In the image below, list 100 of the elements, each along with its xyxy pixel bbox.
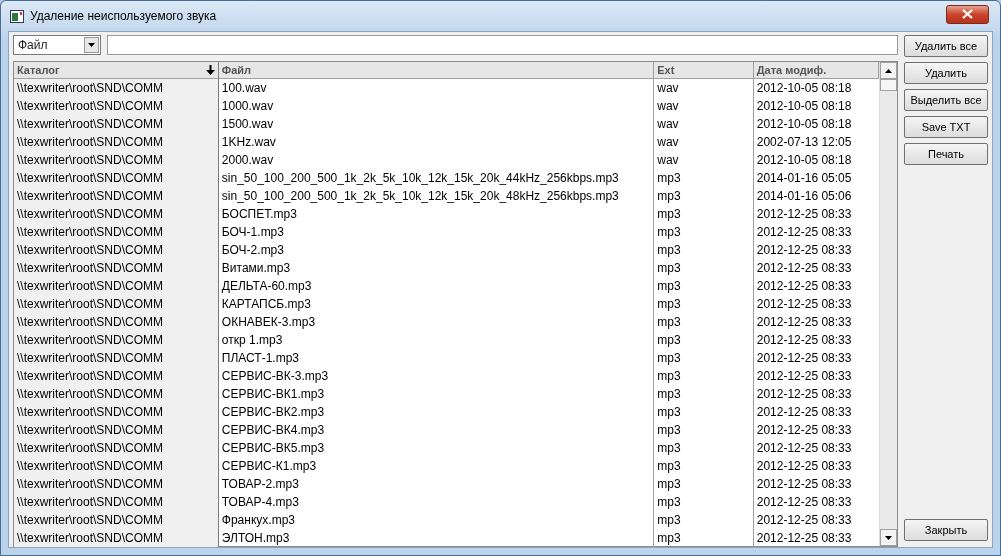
date-cell-text: 2012-10-05 08:18 — [755, 98, 853, 115]
file-name-cell: БОЧ-2.mp3 — [218, 241, 655, 259]
extension-cell: mp3 — [654, 421, 754, 439]
date-cell-text: 2014-01-16 05:05 — [755, 170, 853, 187]
catalog-cell: \\texwriter\root\SND\COMM — [14, 187, 219, 205]
file-name-cell: СЕРВИС-ВК1.mp3 — [218, 385, 655, 403]
catalog-cell: \\texwriter\root\SND\COMM — [14, 223, 219, 241]
file-name-cell: ЭЛТОН.mp3 — [218, 529, 655, 547]
file-name-cell: 1KHz.wav — [218, 133, 655, 151]
file-name-cell: СЕРВИС-ВК4.mp3 — [218, 421, 655, 439]
file-name-cell: СЕРВИС-К1.mp3 — [218, 457, 655, 475]
file-name-cell: СЕРВИС-ВК5.mp3 — [218, 439, 655, 457]
extension-cell: mp3 — [654, 169, 754, 187]
catalog-cell: \\texwriter\root\SND\COMM — [14, 475, 219, 493]
action-button[interactable]: Печать — [904, 143, 988, 165]
file-name-cell: sin_50_100_200_500_1k_2k_5k_10k_12k_15k_20k_44kHz_256kbps.mp3 — [218, 169, 655, 187]
date-cell-text: 2012-12-25 08:33 — [755, 260, 853, 277]
file-name-cell: ПЛАСТ-1.mp3 — [218, 349, 655, 367]
window-title: Удаление неиспользуемого звука — [30, 8, 217, 25]
date-cell-text: 2014-01-16 05:06 — [755, 188, 853, 205]
catalog-cell: \\texwriter\root\SND\COMM — [14, 79, 219, 97]
file-name-cell: ТОВАР-2.mp3 — [218, 475, 655, 493]
extension-cell: mp3 — [654, 457, 754, 475]
catalog-cell: \\texwriter\root\SND\COMM — [14, 133, 219, 151]
extension-cell: mp3 — [654, 349, 754, 367]
extension-cell: mp3 — [654, 475, 754, 493]
date-cell-text: 2002-07-13 12:05 — [755, 134, 853, 151]
catalog-cell: \\texwriter\root\SND\COMM — [14, 97, 219, 115]
catalog-cell: \\texwriter\root\SND\COMM — [14, 349, 219, 367]
extension-cell: mp3 — [654, 529, 754, 547]
date-cell-text: 2012-12-25 08:33 — [755, 422, 853, 439]
date-cell-text: 2012-12-25 08:33 — [755, 278, 853, 295]
extension-cell: mp3 — [654, 313, 754, 331]
close-dialog-button[interactable]: Закрыть — [904, 519, 988, 541]
date-cell-text: 2012-12-25 08:33 — [755, 512, 853, 529]
extension-cell: mp3 — [654, 259, 754, 277]
date-cell-text: 2012-12-25 08:33 — [755, 350, 853, 367]
date-cell-text: 2012-12-25 08:33 — [755, 440, 853, 457]
action-button[interactable]: Выделить все — [904, 89, 988, 111]
date-cell-text: 2012-10-05 08:18 — [755, 80, 853, 97]
date-cell-text: 2012-12-25 08:33 — [755, 242, 853, 259]
file-name-cell: ТОВАР-4.mp3 — [218, 493, 655, 511]
date-cell-text: 2012-12-25 08:33 — [755, 332, 853, 349]
scrollbar-thumb[interactable] — [880, 79, 897, 91]
extension-cell: mp3 — [654, 223, 754, 241]
date-cell-text: 2012-12-25 08:33 — [755, 314, 853, 331]
extension-cell: mp3 — [654, 511, 754, 529]
file-name-cell: СЕРВИС-ВК2.mp3 — [218, 403, 655, 421]
action-button[interactable]: Save TXT — [904, 116, 988, 138]
extension-cell: mp3 — [654, 493, 754, 511]
file-column-header[interactable]: Файл — [221, 61, 252, 79]
file-name-cell: БОСПЕТ.mp3 — [218, 205, 655, 223]
catalog-cell: \\texwriter\root\SND\COMM — [14, 367, 219, 385]
date-cell-text: 2012-10-05 08:18 — [755, 116, 853, 133]
catalog-cell: \\texwriter\root\SND\COMM — [14, 169, 219, 187]
ext-column-header[interactable]: Ext — [657, 61, 675, 79]
scroll-up-button[interactable] — [880, 62, 897, 79]
catalog-cell: \\texwriter\root\SND\COMM — [14, 529, 219, 547]
date-cell-text: 2012-12-25 08:33 — [755, 458, 853, 475]
date-cell-text: 2012-12-25 08:33 — [755, 368, 853, 385]
search-field[interactable] — [107, 35, 898, 55]
file-name-cell: 1500.wav — [218, 115, 655, 133]
date-cell-text: 2012-12-25 08:33 — [755, 206, 853, 223]
catalog-cell: \\texwriter\root\SND\COMM — [14, 151, 219, 169]
date-cell-text: 2012-12-25 08:33 — [755, 530, 853, 547]
close-button[interactable] — [946, 4, 989, 24]
date-cell-text: 2012-12-25 08:33 — [755, 224, 853, 241]
extension-cell: mp3 — [654, 277, 754, 295]
catalog-cell: \\texwriter\root\SND\COMM — [14, 421, 219, 439]
action-button[interactable]: Удалить — [904, 62, 988, 84]
file-name-cell: ДЕЛЬТА-60.mp3 — [218, 277, 655, 295]
file-name-cell: ОКНАВЕК-3.mp3 — [218, 313, 655, 331]
app-icon — [10, 9, 24, 23]
catalog-cell: \\texwriter\root\SND\COMM — [14, 511, 219, 529]
catalog-cell: \\texwriter\root\SND\COMM — [14, 439, 219, 457]
catalog-cell: \\texwriter\root\SND\COMM — [14, 331, 219, 349]
action-button[interactable]: Удалить все — [904, 35, 988, 57]
date-cell-text: 2012-12-25 08:33 — [755, 296, 853, 313]
date-cell-text: 2012-12-25 08:33 — [755, 404, 853, 421]
filter-dropdown[interactable]: Файл — [13, 35, 101, 55]
close-icon — [962, 9, 973, 19]
extension-cell: mp3 — [654, 295, 754, 313]
extension-cell: mp3 — [654, 187, 754, 205]
catalog-cell: \\texwriter\root\SND\COMM — [14, 277, 219, 295]
extension-cell: wav — [654, 151, 754, 169]
extension-cell: mp3 — [654, 367, 754, 385]
date-cell-text: 2012-12-25 08:33 — [755, 386, 853, 403]
file-name-cell: 100.wav — [218, 79, 655, 97]
extension-cell: mp3 — [654, 331, 754, 349]
scroll-down-button[interactable] — [880, 529, 897, 546]
extension-cell: mp3 — [654, 205, 754, 223]
extension-cell: mp3 — [654, 385, 754, 403]
catalog-cell: \\texwriter\root\SND\COMM — [14, 205, 219, 223]
catalog-cell: \\texwriter\root\SND\COMM — [14, 385, 219, 403]
date-cell-text: 2012-10-05 08:18 — [755, 152, 853, 169]
extension-cell: wav — [654, 115, 754, 133]
extension-cell: mp3 — [654, 241, 754, 259]
extension-cell: wav — [654, 79, 754, 97]
arrow-up-icon — [885, 68, 892, 73]
file-name-cell: СЕРВИС-ВК-3.mp3 — [218, 367, 655, 385]
